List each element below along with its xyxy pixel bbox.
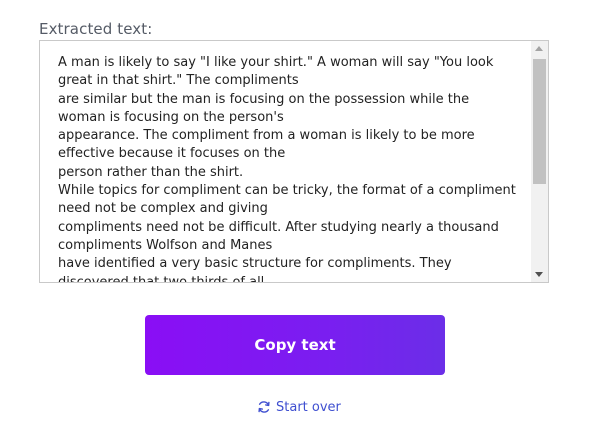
refresh-icon	[257, 400, 271, 414]
extract-result-panel: Extracted text: A man is likely to say "…	[0, 0, 592, 429]
start-over-label: Start over	[276, 399, 341, 415]
extracted-text-content[interactable]: A man is likely to say "I like your shir…	[58, 54, 518, 282]
copy-text-button[interactable]: Copy text	[145, 315, 445, 375]
extracted-text-label: Extracted text:	[39, 20, 153, 38]
extracted-text-area[interactable]: A man is likely to say "I like your shir…	[39, 40, 549, 283]
scroll-down-arrow-icon[interactable]	[535, 272, 543, 277]
text-area-scrollbar[interactable]	[531, 41, 548, 282]
start-over-link[interactable]: Start over	[257, 398, 341, 416]
copy-text-button-label: Copy text	[254, 336, 336, 354]
scroll-thumb[interactable]	[533, 59, 546, 184]
scroll-up-arrow-icon[interactable]	[535, 46, 543, 51]
